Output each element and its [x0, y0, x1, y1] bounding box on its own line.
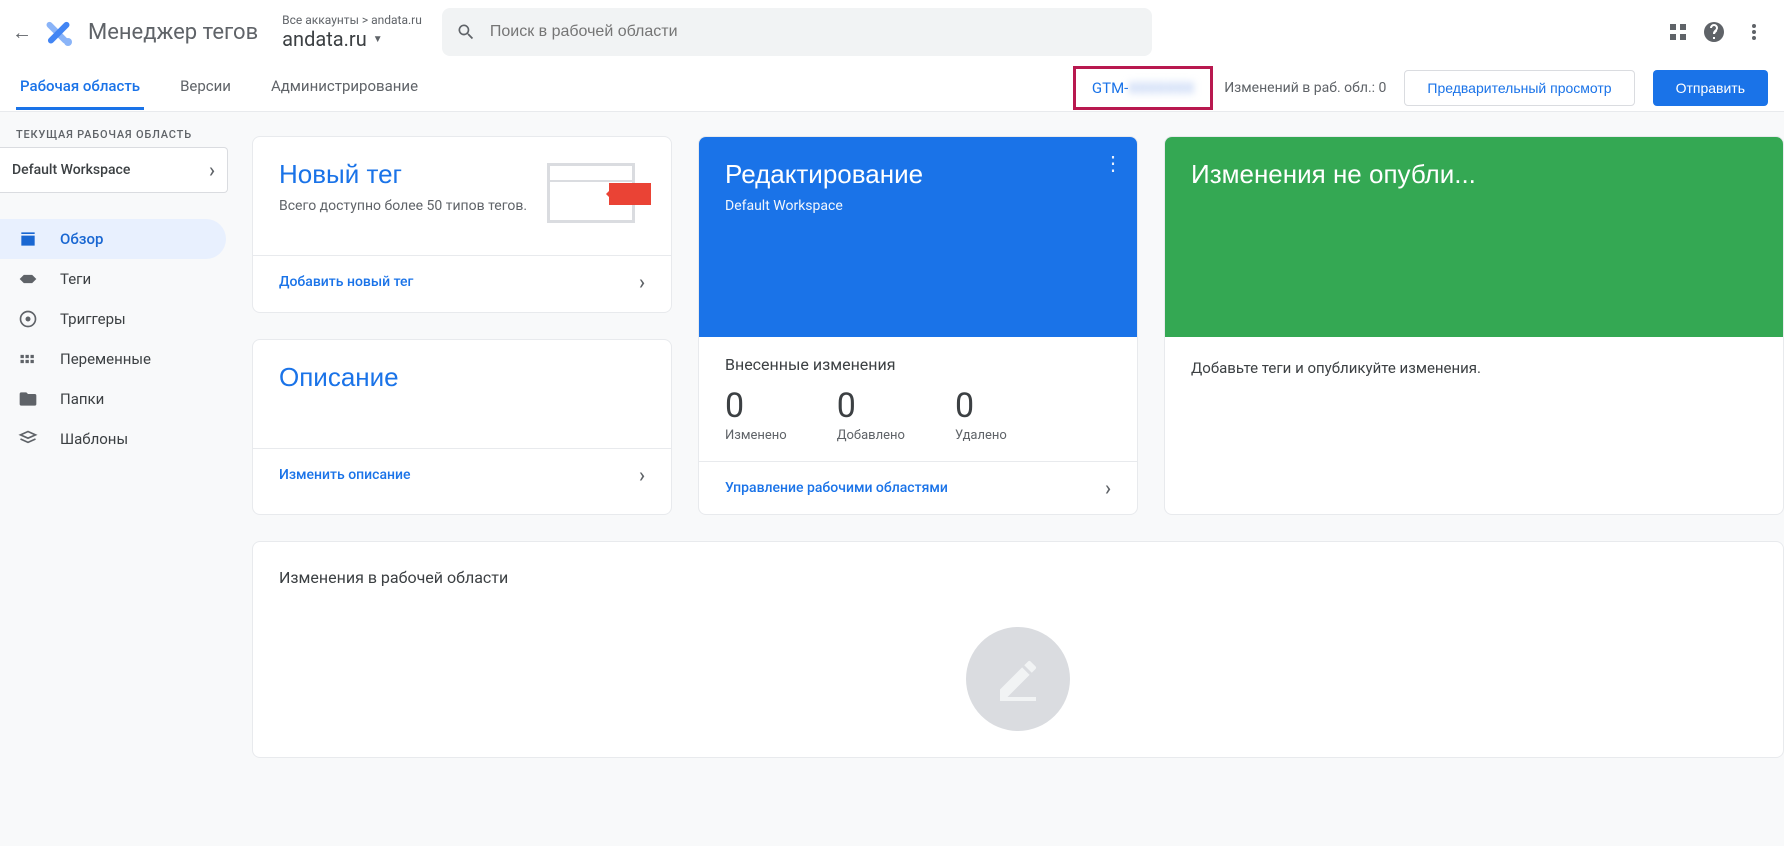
sidebar-item-label: Теги [60, 270, 91, 288]
chevron-right-icon: › [1105, 476, 1111, 500]
template-icon [18, 429, 42, 449]
sidebar-item-triggers[interactable]: Триггеры [0, 299, 226, 339]
account-breadcrumb: Все аккаунты > andata.ru [282, 13, 422, 27]
app-title: Менеджер тегов [88, 20, 258, 45]
card-subtitle: Всего доступно более 50 типов тегов. [279, 198, 533, 214]
folder-icon [18, 389, 42, 409]
chevron-right-icon: › [639, 270, 645, 294]
tag-illustration-icon [547, 163, 645, 233]
chevron-right-icon: › [209, 158, 215, 182]
container-id-link[interactable]: GTM-XXXXXXX [1080, 73, 1206, 103]
stat-changed: 0Изменено [725, 386, 787, 443]
description-card: Описание Изменить описание› [252, 339, 672, 516]
workspace-selector[interactable]: Default Workspace › [0, 147, 228, 193]
tab-versions[interactable]: Версии [176, 65, 235, 110]
navbar: Рабочая область Версии Администрирование… [0, 64, 1784, 112]
help-icon[interactable] [1702, 20, 1726, 44]
search-box[interactable] [442, 8, 1152, 56]
edit-description-link[interactable]: Изменить описание› [253, 448, 671, 501]
tab-admin[interactable]: Администрирование [267, 65, 422, 110]
sidebar-item-label: Папки [60, 390, 104, 408]
topbar: ← Менеджер тегов Все аккаунты > andata.r… [0, 0, 1784, 64]
back-arrow-icon[interactable]: ← [8, 20, 32, 45]
card-title: Описание [279, 362, 645, 393]
apps-icon[interactable] [1670, 24, 1686, 40]
preview-button[interactable]: Предварительный просмотр [1404, 70, 1634, 106]
content: Новый тег Всего доступно более 50 типов … [240, 112, 1784, 846]
account-name[interactable]: andata.ru▼ [282, 27, 422, 51]
card-title: Изменения не опубли... [1191, 159, 1757, 190]
sidebar-item-templates[interactable]: Шаблоны [0, 419, 226, 459]
sidebar: ТЕКУЩАЯ РАБОЧАЯ ОБЛАСТЬ Default Workspac… [0, 112, 240, 846]
workspace-name: Default Workspace [12, 162, 130, 178]
empty-edit-icon [966, 627, 1070, 731]
search-icon [456, 22, 476, 42]
add-new-tag-link[interactable]: Добавить новый тег› [253, 255, 671, 308]
chevron-right-icon: › [639, 463, 645, 487]
tag-icon [18, 269, 42, 289]
workspace-changes-panel: Изменения в рабочей области [252, 541, 1784, 758]
variables-icon [18, 349, 42, 369]
card-title: Новый тег [279, 159, 533, 190]
gtm-logo-icon [40, 14, 76, 50]
account-selector[interactable]: Все аккаунты > andata.ru andata.ru▼ [282, 13, 422, 51]
publish-card: Изменения не опубли... Добавьте теги и о… [1164, 136, 1784, 515]
panel-title: Изменения в рабочей области [279, 568, 1757, 587]
stat-deleted: 0Удалено [955, 386, 1007, 443]
trigger-icon [18, 309, 42, 329]
sidebar-item-label: Обзор [60, 230, 103, 248]
submit-button[interactable]: Отправить [1653, 70, 1768, 106]
stats-title: Внесенные изменения [725, 355, 1111, 374]
manage-workspaces-link[interactable]: Управление рабочими областями› [699, 461, 1137, 514]
more-vert-icon[interactable] [1742, 20, 1766, 44]
sidebar-item-label: Триггеры [60, 310, 126, 328]
editing-card: Редактирование Default Workspace ⋮ Внесе… [698, 136, 1138, 515]
more-vert-icon[interactable]: ⋮ [1103, 151, 1123, 175]
sidebar-item-variables[interactable]: Переменные [0, 339, 226, 379]
sidebar-item-folders[interactable]: Папки [0, 379, 226, 419]
search-input[interactable] [490, 23, 1138, 41]
card-title: Редактирование [725, 159, 1111, 190]
sidebar-item-tags[interactable]: Теги [0, 259, 226, 299]
dropdown-icon: ▼ [373, 34, 383, 45]
changes-count: Изменений в раб. обл.: 0 [1224, 80, 1386, 96]
workspace-label: ТЕКУЩАЯ РАБОЧАЯ ОБЛАСТЬ [0, 128, 240, 147]
new-tag-card: Новый тег Всего доступно более 50 типов … [252, 136, 672, 313]
sidebar-item-label: Переменные [60, 350, 151, 368]
tab-workspace[interactable]: Рабочая область [16, 65, 144, 110]
stat-added: 0Добавлено [837, 386, 905, 443]
overview-icon [18, 229, 42, 249]
sidebar-item-label: Шаблоны [60, 430, 128, 448]
sidebar-item-overview[interactable]: Обзор [0, 219, 226, 259]
publish-body: Добавьте теги и опубликуйте изменения. [1165, 337, 1783, 399]
card-subtitle: Default Workspace [725, 198, 1111, 214]
